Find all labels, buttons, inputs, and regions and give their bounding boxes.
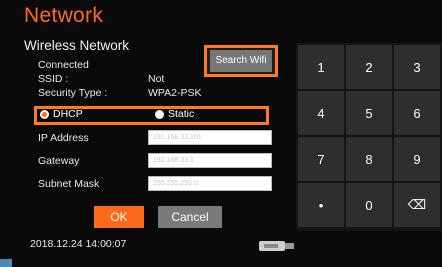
connection-status: Connected — [38, 59, 89, 71]
page-title: Network — [24, 4, 104, 27]
backspace-key-icon[interactable]: ⌫ — [394, 183, 440, 227]
key-3[interactable]: 3 — [394, 45, 440, 89]
key-0[interactable]: 0 — [346, 183, 392, 227]
ok-button[interactable]: OK — [94, 206, 144, 228]
key-dot[interactable]: • — [298, 183, 344, 227]
gateway-field[interactable]: 192.168.33.1 — [148, 153, 272, 168]
ip-address-label: IP Address — [38, 132, 89, 144]
section-title: Wireless Network — [24, 38, 130, 53]
network-settings-screen: Network Wireless Network Connected SSID … — [0, 0, 442, 267]
key-1[interactable]: 1 — [298, 45, 344, 89]
key-6[interactable]: 6 — [394, 91, 440, 135]
key-9[interactable]: 9 — [394, 137, 440, 181]
key-5[interactable]: 5 — [346, 91, 392, 135]
key-7[interactable]: 7 — [298, 137, 344, 181]
ip-address-field[interactable]: 192.168.33.101 — [148, 130, 272, 145]
numeric-keypad: 1 2 3 4 5 6 7 8 9 • 0 ⌫ — [296, 43, 442, 231]
taskbar-edge — [0, 259, 12, 267]
ssid-value: Not — [148, 73, 165, 85]
dhcp-radio[interactable]: DHCP — [40, 108, 83, 120]
radio-unselected-icon — [155, 109, 164, 119]
gateway-label: Gateway — [38, 155, 80, 167]
dhcp-label: DHCP — [53, 108, 83, 120]
static-label: Static — [168, 108, 195, 120]
search-wifi-button[interactable]: Search Wifi — [204, 45, 278, 77]
key-8[interactable]: 8 — [346, 137, 392, 181]
status-datetime: 2018.12.24 14:00:07 — [30, 238, 127, 250]
security-type-label: Security Type : — [38, 87, 108, 99]
static-radio[interactable]: Static — [155, 108, 194, 120]
search-wifi-label: Search Wifi — [210, 50, 272, 72]
subnet-mask-field[interactable]: 255.255.255.0 — [148, 176, 272, 191]
cancel-button[interactable]: Cancel — [158, 206, 222, 228]
security-type-value: WPA2-PSK — [148, 87, 202, 99]
radio-selected-icon — [40, 109, 49, 119]
ssid-label: SSID : — [38, 73, 69, 85]
usb-drive-icon — [259, 241, 294, 251]
key-2[interactable]: 2 — [346, 45, 392, 89]
key-4[interactable]: 4 — [298, 91, 344, 135]
subnet-mask-label: Subnet Mask — [38, 178, 100, 190]
